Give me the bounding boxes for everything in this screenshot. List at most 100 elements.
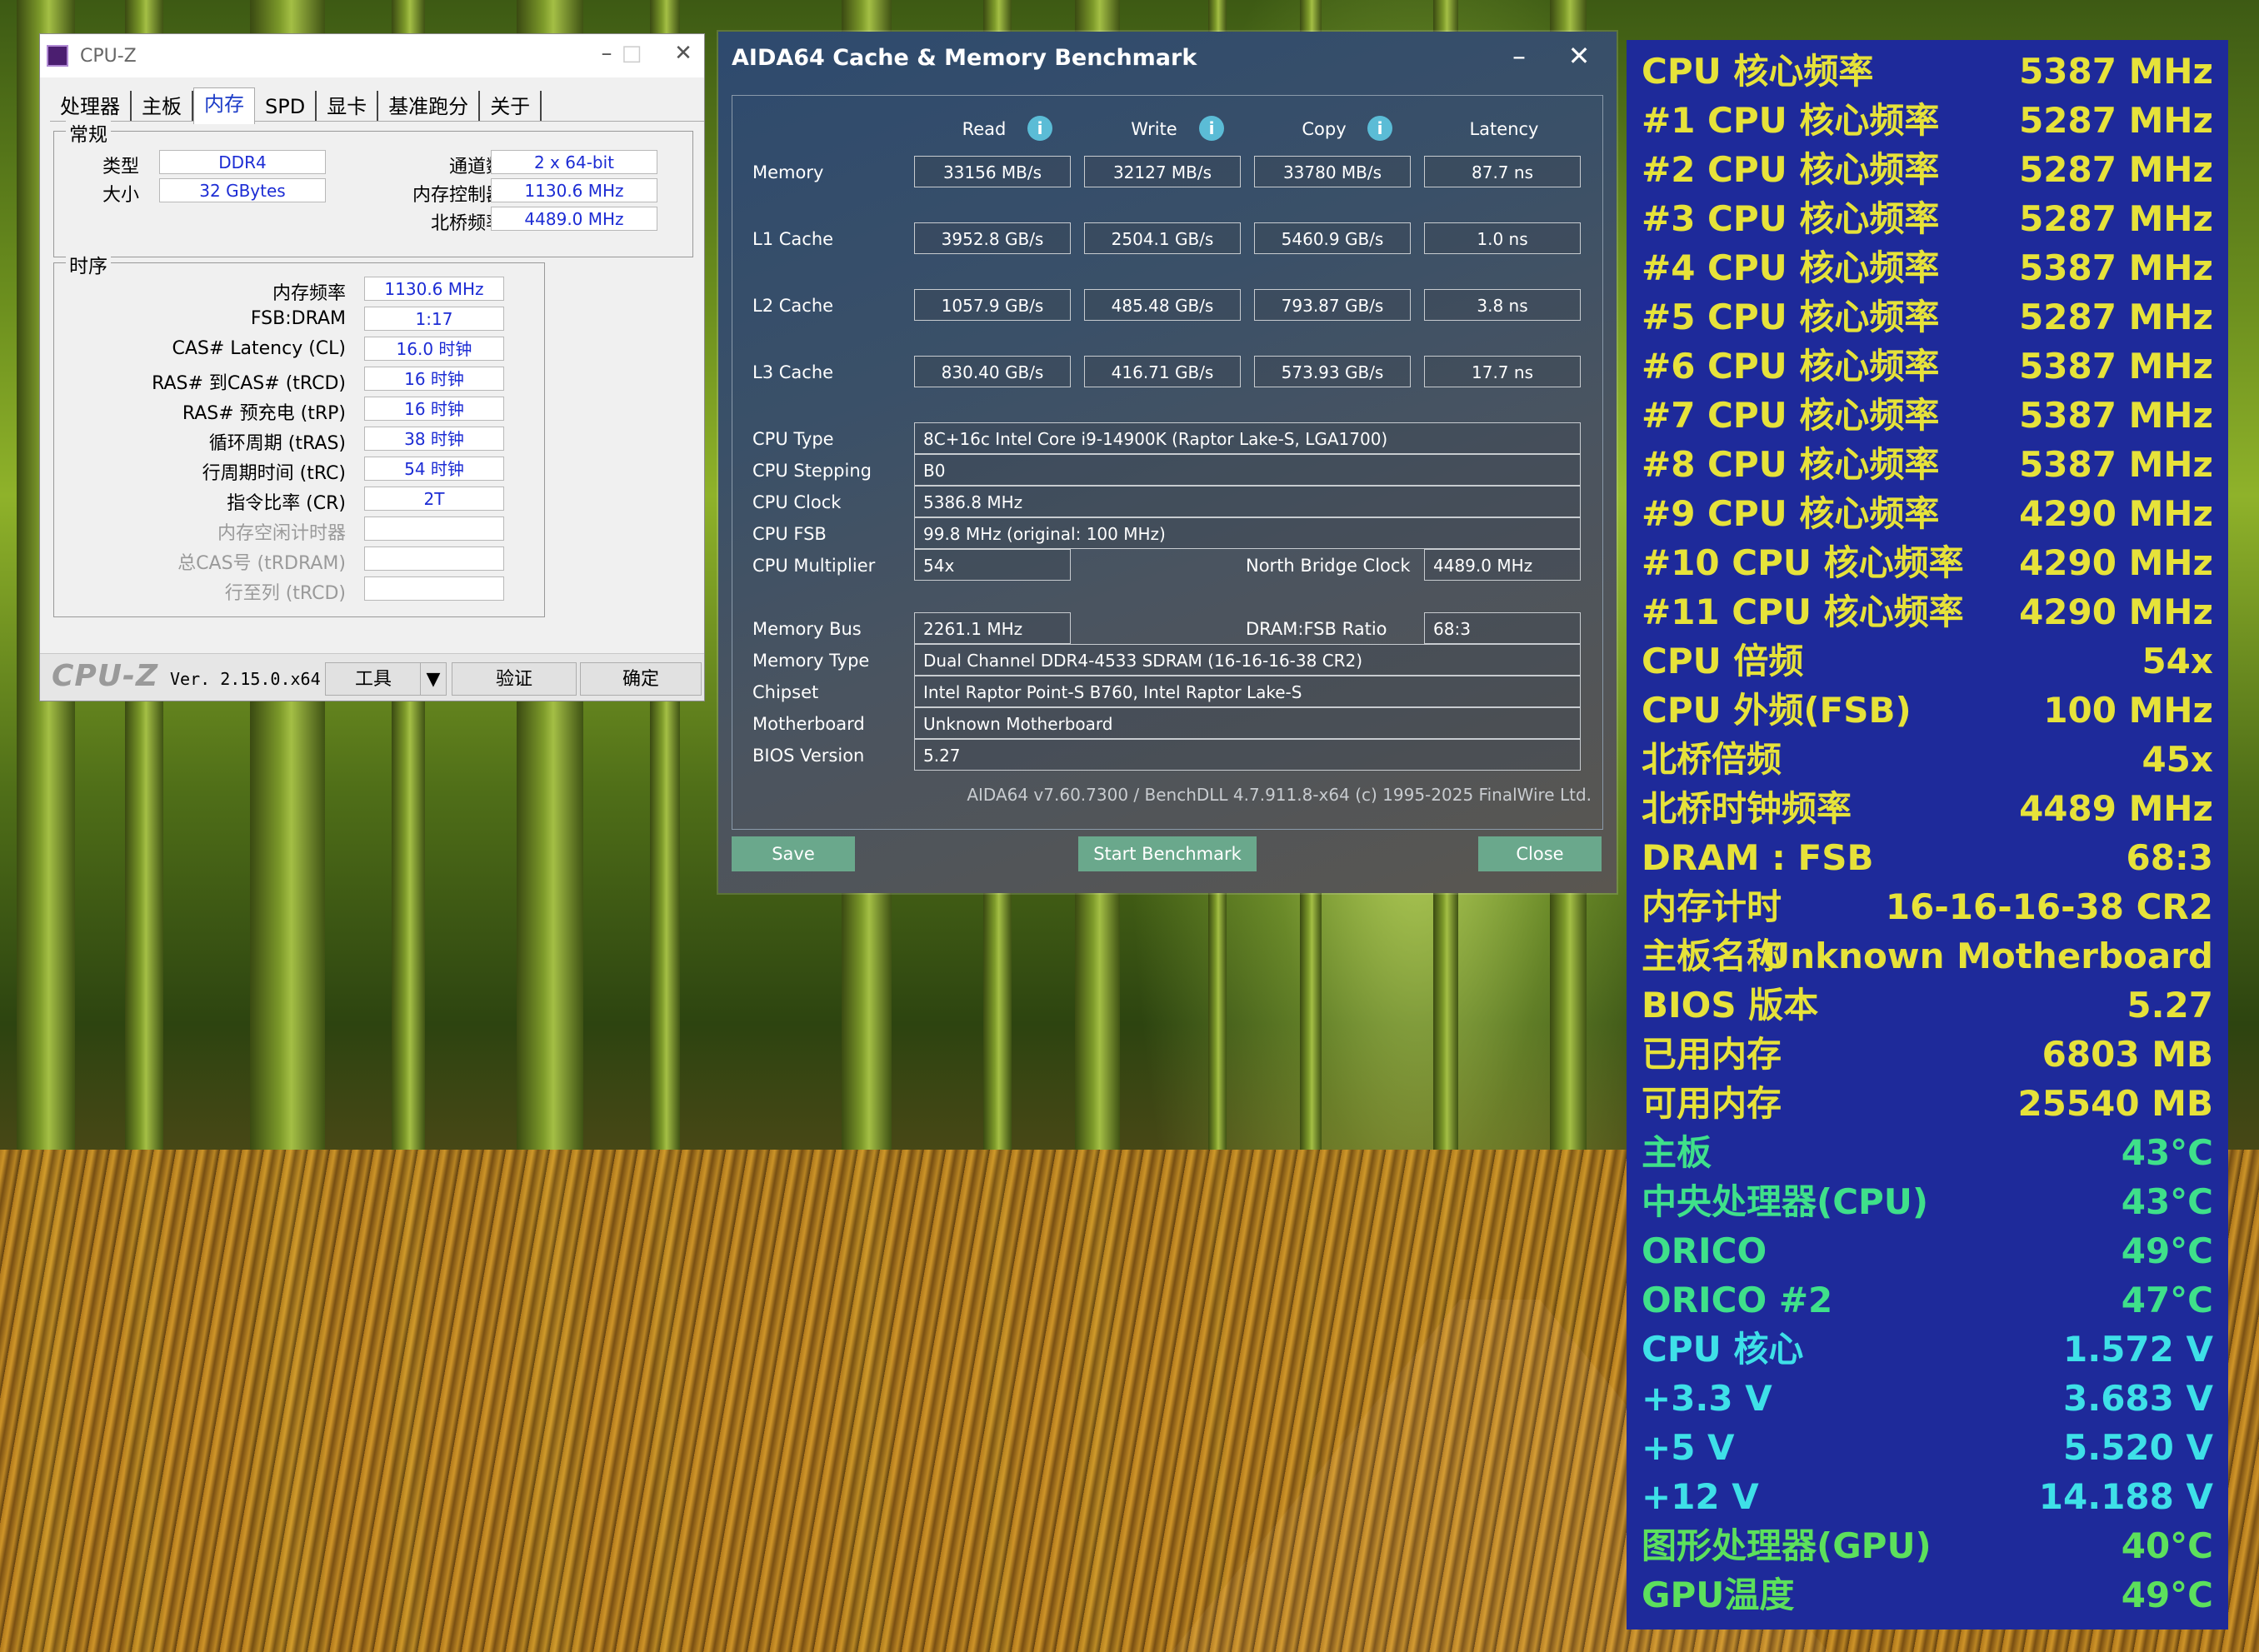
cpuz-window: CPU-Z – □ ✕ 处理器 主板 内存 SPD 显卡 基准跑分 关于 常规 …: [39, 33, 705, 701]
close-button[interactable]: Close: [1478, 836, 1602, 871]
tab-spd[interactable]: SPD: [255, 91, 317, 121]
size-value: 32 GBytes: [159, 178, 326, 202]
sensor-label: GPU温度: [1642, 1575, 1795, 1615]
sensor-label: #5 CPU 核心频率: [1642, 297, 1940, 337]
sensor-row: #11 CPU 核心频率 4290 MHz: [1642, 587, 2213, 636]
sensor-value: 25540 MB: [2017, 1083, 2213, 1124]
sensor-row: #5 CPU 核心频率 5287 MHz: [1642, 292, 2213, 342]
nb-freq-label: 北桥频率: [430, 213, 504, 234]
sensor-label: #1 CPU 核心频率: [1642, 100, 1940, 141]
sensor-value: 54x: [2142, 641, 2213, 681]
sensor-label: CPU 倍频: [1642, 641, 1804, 681]
tab-about[interactable]: 关于: [480, 91, 542, 121]
timing-label: 内存频率: [272, 283, 346, 304]
chevron-down-icon[interactable]: ▼: [420, 662, 447, 696]
l3-copy: 573.93 GB/s: [1254, 356, 1411, 387]
tools-button[interactable]: 工具: [325, 662, 422, 696]
sensor-row: 中央处理器(CPU) 43°C: [1642, 1177, 2213, 1226]
sensor-row: CPU 外频(FSB) 100 MHz: [1642, 686, 2213, 735]
cpuz-titlebar[interactable]: CPU-Z – □ ✕: [40, 34, 704, 77]
sensor-value: 4290 MHz: [2019, 591, 2213, 632]
sensor-row: BIOS 版本 5.27: [1642, 981, 2213, 1030]
sensor-value: 5387 MHz: [2019, 346, 2213, 387]
general-group: 常规 类型 DDR4 大小 32 GBytes 通道数 2 x 64-bit 内…: [53, 118, 693, 257]
cpuz-logo: CPU-Z: [52, 659, 159, 693]
sensor-label: DRAM : FSB: [1642, 837, 1874, 878]
cpu-clock-value: 5386.8 MHz: [914, 486, 1581, 517]
tab-cpu[interactable]: 处理器: [50, 91, 132, 121]
timing-label: RAS# 预充电 (tRP): [182, 403, 346, 424]
tab-memory[interactable]: 内存: [193, 87, 255, 124]
sensor-row: 已用内存 6803 MB: [1642, 1030, 2213, 1079]
sensor-value: 68:3: [2126, 837, 2213, 878]
l1-latency: 1.0 ns: [1424, 222, 1581, 254]
sensor-row: 可用内存 25540 MB: [1642, 1079, 2213, 1128]
timing-label: 行周期时间 (tRC): [202, 463, 346, 484]
l2-latency: 3.8 ns: [1424, 289, 1581, 321]
col-header-read: Read: [962, 119, 1007, 139]
tab-bench[interactable]: 基准跑分: [378, 91, 481, 121]
sensor-label: 图形处理器(GPU): [1642, 1525, 1932, 1566]
sensor-label: +12 V: [1642, 1476, 1759, 1517]
tab-mainboard[interactable]: 主板: [132, 91, 193, 121]
l2-write: 485.48 GB/s: [1084, 289, 1241, 321]
validate-button[interactable]: 验证: [452, 662, 577, 696]
memory-write: 32127 MB/s: [1084, 156, 1241, 187]
col-header-latency: Latency: [1469, 119, 1539, 139]
sensor-label: 可用内存: [1642, 1083, 1782, 1124]
bios-label: BIOS Version: [752, 746, 865, 766]
sensor-row: #3 CPU 核心频率 5287 MHz: [1642, 194, 2213, 243]
timing-value: [364, 547, 504, 571]
close-icon[interactable]: ✕: [1558, 40, 1600, 72]
start-benchmark-button[interactable]: Start Benchmark: [1078, 836, 1257, 871]
save-button[interactable]: Save: [732, 836, 855, 871]
info-icon[interactable]: i: [1199, 116, 1224, 141]
sensor-label: #2 CPU 核心频率: [1642, 149, 1940, 190]
sensor-label: 已用内存: [1642, 1034, 1782, 1075]
sensor-row: CPU 倍频 54x: [1642, 636, 2213, 686]
sensor-value: 5387 MHz: [2019, 247, 2213, 288]
timing-value: 16 时钟: [364, 397, 504, 421]
cpuz-tabs: 处理器 主板 内存 SPD 显卡 基准跑分 关于: [50, 87, 704, 124]
sensor-value: 5387 MHz: [2019, 51, 2213, 92]
aida64-window: AIDA64 Cache & Memory Benchmark – ✕ Read…: [718, 32, 1617, 893]
tab-graphics[interactable]: 显卡: [317, 91, 379, 121]
sensor-label: CPU 核心: [1642, 1329, 1804, 1370]
info-icon[interactable]: i: [1367, 116, 1392, 141]
aida64-titlebar[interactable]: AIDA64 Cache & Memory Benchmark – ✕: [718, 32, 1617, 87]
general-group-title: 常规: [66, 118, 111, 147]
sensor-value: 4489 MHz: [2019, 788, 2213, 829]
l3-latency: 17.7 ns: [1424, 356, 1581, 387]
cpu-type-label: CPU Type: [752, 429, 834, 449]
sensor-row: +3.3 V 3.683 V: [1642, 1374, 2213, 1423]
sensor-value: 1.572 V: [2063, 1329, 2213, 1370]
sensor-row: 主板 43°C: [1642, 1128, 2213, 1177]
close-icon[interactable]: ✕: [667, 41, 700, 66]
row-label-memory: Memory: [752, 162, 824, 182]
sensor-label: 中央处理器(CPU): [1642, 1181, 1929, 1222]
sensor-value: 43°C: [2121, 1181, 2213, 1222]
sensor-label: 北桥倍频: [1642, 739, 1782, 780]
sensor-row: DRAM : FSB 68:3: [1642, 833, 2213, 882]
l3-read: 830.40 GB/s: [914, 356, 1071, 387]
l2-copy: 793.87 GB/s: [1254, 289, 1411, 321]
timing-value: 2T: [364, 487, 504, 511]
sensor-row: 内存计时 16-16-16-38 CR2: [1642, 882, 2213, 931]
row-label-l2: L2 Cache: [752, 296, 834, 316]
sensor-row: CPU 核心频率 5387 MHz: [1642, 47, 2213, 96]
ok-button[interactable]: 确定: [580, 662, 702, 696]
dram-ratio-label: DRAM:FSB Ratio: [1246, 619, 1387, 639]
sensor-label: #7 CPU 核心频率: [1642, 395, 1940, 436]
sensor-row: +12 V 14.188 V: [1642, 1472, 2213, 1521]
timing-label: 循环周期 (tRAS): [208, 433, 346, 454]
sensor-label: 主板名称: [1642, 936, 1782, 976]
type-label: 类型: [102, 157, 139, 177]
cpuz-app-icon: [47, 45, 68, 67]
nb-freq-value: 4489.0 MHz: [491, 207, 657, 231]
info-icon[interactable]: i: [1027, 116, 1052, 141]
sensor-label: ORICO: [1642, 1230, 1767, 1271]
cpu-fsb-label: CPU FSB: [752, 524, 827, 544]
aida64-version-footer: AIDA64 v7.60.7300 / BenchDLL 4.7.911.8-x…: [967, 785, 1592, 805]
sensor-row: ORICO #2 47°C: [1642, 1275, 2213, 1325]
minimize-icon[interactable]: –: [1498, 40, 1540, 72]
